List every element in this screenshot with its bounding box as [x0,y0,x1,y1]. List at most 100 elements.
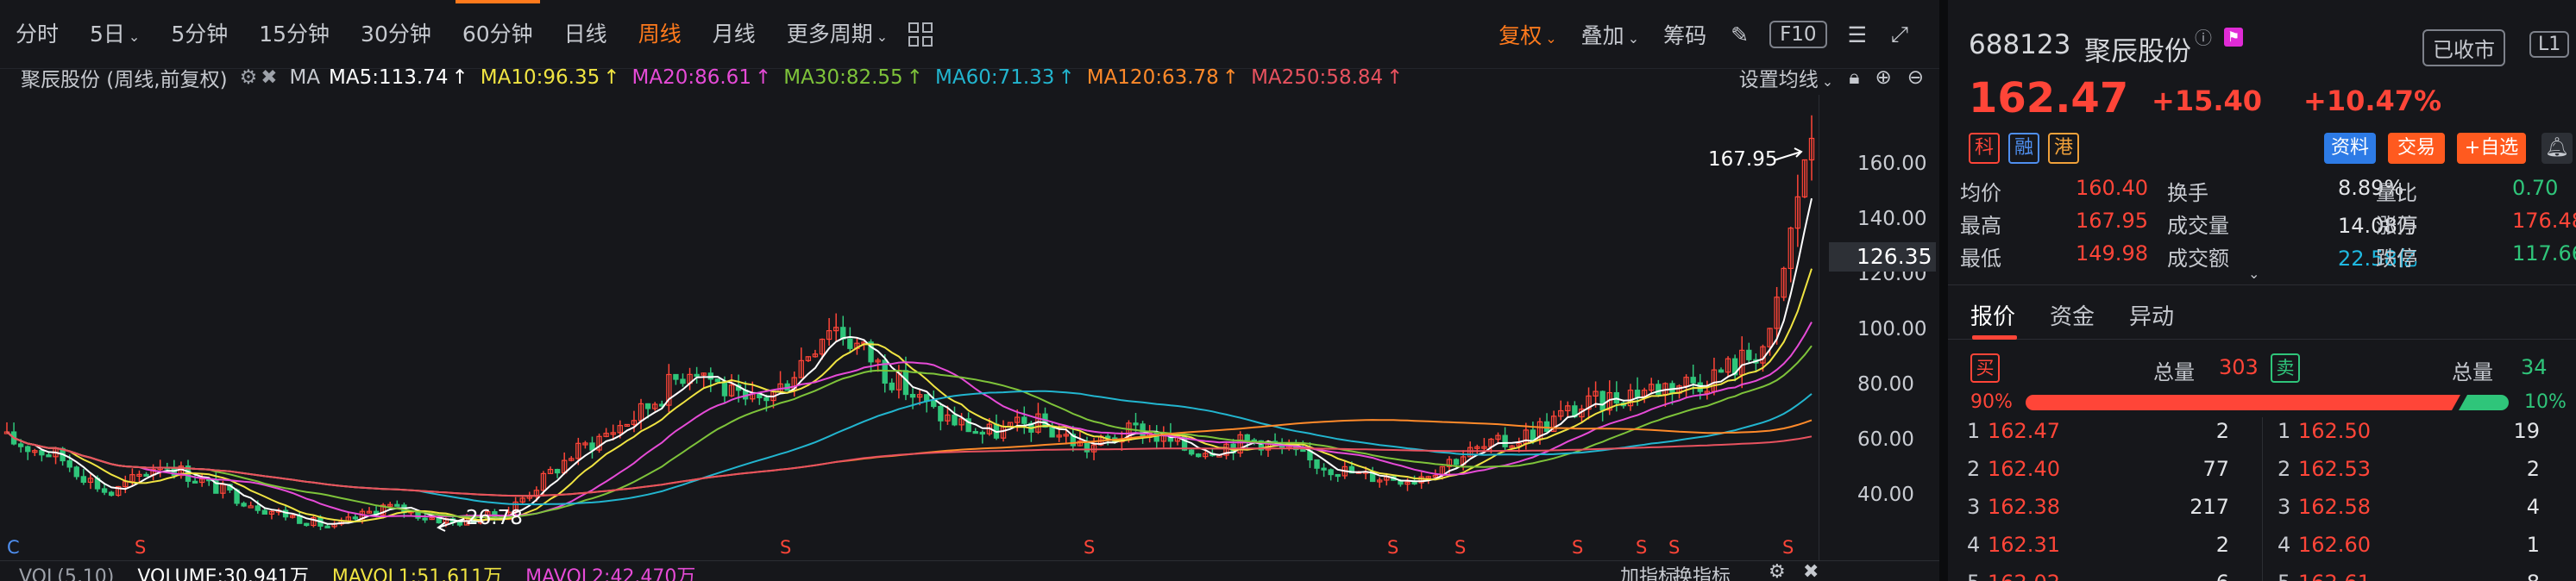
candle-body [1244,434,1250,440]
profile-button[interactable]: 资料 [2324,133,2376,164]
level-badge[interactable]: L1 [2529,31,2570,58]
tab-quote[interactable]: 报价 [1970,299,2015,331]
ma-settings-dropdown[interactable]: 设置均线 ⌄ [1739,63,1833,92]
bid-level-row[interactable]: 2 162.40 77 [1967,457,2260,493]
ask-level-row[interactable]: 3 162.58 4 [2278,495,2571,531]
event-marker[interactable]: C [7,537,20,558]
bid-level-row[interactable]: 5 162.02 6 [1967,571,2260,581]
zoom-in-icon[interactable]: ⊕ [1875,66,1891,89]
candle-body [1328,469,1334,476]
alert-bell-icon[interactable]: 🔔︎ [2541,133,2573,164]
event-marker[interactable]: S [1084,537,1095,558]
stat-label: 跌停 [2376,247,2417,271]
ask-price: 162.53 [2298,457,2371,481]
candle-body [143,473,149,477]
settings-sliders-icon[interactable]: ☰ [1836,22,1879,47]
layout-grid-icon[interactable] [908,22,933,47]
panel-divider[interactable] [1939,0,1948,581]
ask-level-row[interactable]: 4 162.60 1 [2278,533,2571,569]
tab-more-periods[interactable]: 更多周期 ⌄ [771,0,903,69]
ask-level-row[interactable]: 2 162.53 2 [2278,457,2571,493]
bid-level-row[interactable]: 3 162.38 217 [1967,495,2260,531]
candle-body [1634,390,1641,397]
add-watchlist-button[interactable]: +自选 [2457,133,2526,164]
sell-ratio-fill [2459,395,2509,410]
candle-body [261,509,268,515]
ask-qty: 1 [2526,533,2540,557]
candle-body [1335,473,1341,478]
chevron-down-icon: ⌄ [876,28,889,45]
chevron-down-icon: ⌄ [1545,30,1557,47]
tab-15min[interactable]: 15分钟 [243,0,345,69]
event-marker[interactable]: S [1636,537,1647,558]
switch-indicator-button[interactable]: 换指标 [1674,561,1731,581]
tab-monthly[interactable]: 月线 [697,0,771,69]
ma-legend: 聚辰股份 (周线,前复权) ⚙✖ MA MA5:113.74 ↑ MA10:96.3… [21,62,1423,93]
zoom-out-icon[interactable]: ⊖ [1907,66,1924,89]
event-marker[interactable]: S [135,537,146,558]
bid-level-row[interactable]: 1 162.47 2 [1967,419,2260,455]
candle-body [25,446,31,453]
fuquan-dropdown[interactable]: 复权 ⌄ [1486,19,1568,50]
ma-legend-item: MA5:113.74 [329,66,449,89]
price-axis: 160.00 140.00 120.00 100.00 80.00 60.00 40.00 [1819,95,1939,560]
low-annotation: 26.78 [466,507,523,529]
chevron-down-icon: ⌄ [1821,73,1834,90]
tab-capital[interactable]: 资金 [2050,299,2095,331]
vol-gear-icon[interactable]: ⚙ [1769,561,1786,581]
fullscreen-icon[interactable]: ⤢ [1879,22,1920,47]
price-tick-label: 40.00 [1857,484,1914,506]
candle-body [1599,390,1605,411]
expand-chevron-icon[interactable]: ⌄ [2248,266,2259,282]
tab-unusual[interactable]: 异动 [2129,299,2174,331]
kline-chart[interactable]: 167.9526.78C S S S S S S S S S [0,95,1819,560]
draw-pen-icon[interactable]: ✎ [1718,22,1761,47]
candle-body [192,480,198,484]
candle-body [1543,421,1550,433]
candle-body [66,459,72,468]
candle-body [1021,416,1027,424]
quote-panel: 688123 聚辰股份 ⓘ ⚑ 已收市 L1 162.47 +15.40 +10… [1948,0,2576,581]
f10-button[interactable]: F10 [1769,21,1827,48]
ask-level-row[interactable]: 5 162.61 8 [2278,571,2571,581]
overlay-dropdown[interactable]: 叠加 ⌄ [1569,19,1651,50]
event-marker[interactable]: S [1387,537,1398,558]
lock-icon[interactable]: 🔒︎ [1849,66,1859,89]
tab-5day[interactable]: 5日 ⌄ [74,0,155,69]
candle-body [324,525,330,528]
chip-distribution-button[interactable]: 筹码 [1651,19,1718,50]
candle-body [248,505,254,509]
vol-close-icon[interactable]: ✖ [1803,561,1819,581]
tab-30min[interactable]: 30分钟 [345,0,447,69]
buy-ratio-fill [2026,395,2460,410]
event-marker[interactable]: S [780,537,791,558]
tab-5min[interactable]: 5分钟 [155,0,243,69]
tab-daily[interactable]: 日线 [549,0,623,69]
event-marker[interactable]: S [1782,537,1794,558]
gear-icon[interactable]: ⚙✖ [240,66,281,89]
trade-button[interactable]: 交易 [2388,133,2445,164]
candle-body [644,403,651,409]
tab-fenshi[interactable]: 分时 [0,0,74,69]
hk-connect-tag: 港 [2048,133,2079,164]
info-icon[interactable]: ⓘ [2195,24,2212,49]
event-marker[interactable]: S [1454,537,1466,558]
tab-weekly[interactable]: 周线 [623,0,697,69]
bid-price: 162.47 [1988,419,2060,443]
margin-tag: 融 [2008,133,2039,164]
candle-body [1453,459,1460,465]
buy-sell-ratio-bar: 90% 10% [1948,390,2576,415]
candle-body [1411,481,1417,484]
event-marker[interactable]: S [1572,537,1583,558]
bid-level-row[interactable]: 4 162.31 2 [1967,533,2260,569]
ma-trend-arrow: ↑ [1058,66,1075,89]
candle-body [1530,429,1536,440]
candle-body [1746,349,1752,360]
event-marker[interactable]: S [1668,537,1680,558]
tab-60min[interactable]: 60分钟 [447,0,549,69]
market-status-badge: 已收市 [2422,29,2505,66]
vol-label: VOL(5,10) [19,566,115,581]
add-indicator-button[interactable]: 加指标 [1620,561,1677,581]
ma-items: MA5:113.74 ↑ MA10:96.35 ↑ MA20:86.61 ↑ MA30:82… [329,66,1415,89]
ask-level-row[interactable]: 1 162.50 19 [2278,419,2571,455]
